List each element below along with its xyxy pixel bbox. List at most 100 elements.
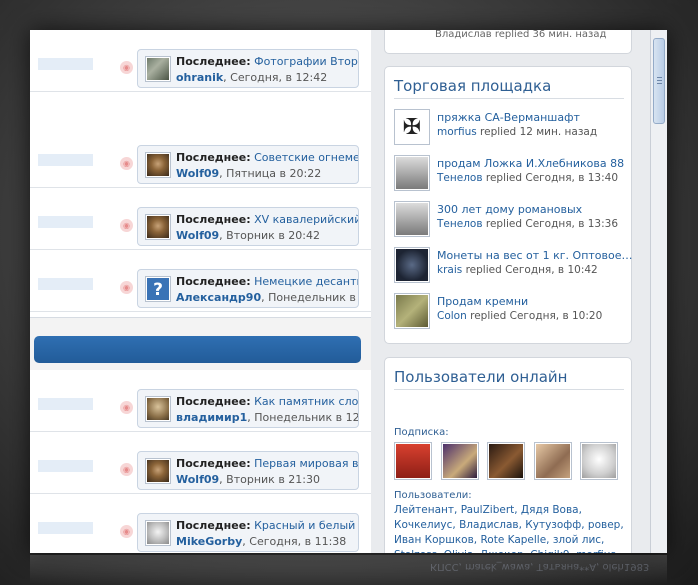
last-post-user-link[interactable]: Wolf09 bbox=[176, 473, 219, 486]
last-post-date: , Сегодня, в 11:38 bbox=[242, 535, 347, 548]
avatar[interactable] bbox=[440, 442, 479, 480]
last-post-user-link[interactable]: ohranik bbox=[176, 71, 223, 84]
forum-row: ◉ Последнее: Советские огнеметы Wolf09, … bbox=[30, 126, 371, 188]
last-post-user-link[interactable]: владимир1 bbox=[176, 411, 247, 424]
face-avatar-icon bbox=[147, 522, 169, 544]
avatar[interactable] bbox=[394, 247, 430, 283]
cloth-avatar-icon bbox=[396, 295, 428, 327]
avatar[interactable] bbox=[145, 396, 171, 422]
category-header-bar[interactable] bbox=[34, 336, 361, 363]
online-user-links[interactable]: Лейтенант, PaulZibert, Дядя Вова, Кочкел… bbox=[394, 503, 626, 553]
last-post-user-link[interactable]: MikeGorby bbox=[176, 535, 242, 548]
marketplace-item-title-link[interactable]: продам Ложка И.Хлебникова 88 bbox=[437, 157, 624, 170]
avatar[interactable] bbox=[145, 152, 171, 178]
marketplace-item-user-link[interactable]: Тенелов bbox=[437, 172, 483, 184]
forum-row: ◉ Последнее: Как памятник слом… владимир… bbox=[30, 370, 371, 432]
subscription-avatars bbox=[394, 442, 623, 483]
forum-window: ◉ Последнее: Фотографии Второ… ohranik, … bbox=[30, 30, 667, 553]
last-post-box[interactable]: Последнее: Советские огнеметы Wolf09, Пя… bbox=[137, 145, 359, 184]
last-post-label: Последнее: bbox=[176, 55, 251, 68]
avatar[interactable] bbox=[394, 155, 430, 191]
rss-icon[interactable]: ◉ bbox=[120, 61, 133, 74]
marketplace-item[interactable]: ✠ пряжка СА-Верманшафт morfius replied 1… bbox=[394, 107, 629, 149]
forum-stats-bar bbox=[38, 398, 93, 410]
avatar[interactable] bbox=[487, 442, 525, 480]
rss-icon[interactable]: ◉ bbox=[120, 401, 133, 414]
marketplace-title[interactable]: Торговая площадка bbox=[394, 77, 624, 99]
marketplace-item-user-link[interactable]: krais bbox=[437, 264, 462, 276]
last-post-user-link[interactable]: Wolf09 bbox=[176, 167, 219, 180]
grip-line bbox=[657, 77, 662, 78]
last-post-date: , Сегодня, в 12:42 bbox=[223, 71, 328, 84]
window-reflection: КПСС, marek_wawa, Татьяна**А, oleh1983 bbox=[30, 555, 667, 585]
avatar[interactable]: ? bbox=[145, 276, 171, 302]
avatar[interactable] bbox=[394, 293, 430, 329]
marketplace-item-meta: replied Сегодня, в 10:42 bbox=[462, 264, 598, 276]
marketplace-item-meta: replied Сегодня, в 13:40 bbox=[482, 172, 619, 184]
avatar[interactable] bbox=[394, 442, 432, 480]
scrollbar-thumb[interactable] bbox=[653, 38, 665, 124]
avatar[interactable] bbox=[580, 442, 618, 480]
last-post-title-link[interactable]: Советские огнеметы bbox=[254, 151, 358, 164]
marketplace-item-user-link[interactable]: Тенелов bbox=[437, 218, 483, 230]
last-post-box[interactable]: Последнее: Как памятник слом… владимир1,… bbox=[137, 389, 359, 428]
forum-row: ◉ Последнее: Красный и белый т… MikeGorb… bbox=[30, 494, 371, 553]
last-post-title-link[interactable]: XV кавалерийский … bbox=[254, 213, 358, 226]
last-post-date: , Вторник в 21:30 bbox=[219, 473, 320, 486]
rss-icon[interactable]: ◉ bbox=[120, 157, 133, 170]
avatar[interactable] bbox=[145, 56, 171, 82]
last-post-box[interactable]: Последнее: Фотографии Второ… ohranik, Се… bbox=[137, 49, 359, 88]
forum-row: ◉ Последнее: Фотографии Второ… ohranik, … bbox=[30, 30, 371, 92]
forum-stats-bar bbox=[38, 522, 93, 534]
forum-section-bottom: ◉ Последнее: Как памятник слом… владимир… bbox=[30, 370, 371, 553]
last-post-box[interactable]: Последнее: XV кавалерийский … Wolf09, Вт… bbox=[137, 207, 359, 246]
forum-section-top: ◉ Последнее: Фотографии Второ… ohranik, … bbox=[30, 30, 371, 318]
marketplace-item-title-link[interactable]: Монеты на вес от 1 кг. Оптовое… bbox=[437, 249, 633, 262]
marketplace-item-user-link[interactable]: Colon bbox=[437, 310, 467, 322]
marketplace-item[interactable]: Продам кремни Colon replied Сегодня, в 1… bbox=[394, 291, 629, 333]
marketplace-item-title-link[interactable]: пряжка СА-Верманшафт bbox=[437, 111, 580, 124]
last-post-box[interactable]: Последнее: Красный и белый т… MikeGorby,… bbox=[137, 513, 359, 552]
avatar[interactable]: ✠ bbox=[394, 109, 430, 145]
last-post-title-link[interactable]: Первая мировая в … bbox=[254, 457, 358, 470]
reflection-text: КПСС, marek_wawa, Татьяна**А, oleh1983 bbox=[430, 561, 650, 572]
last-post-title-link[interactable]: Как памятник слом… bbox=[254, 395, 358, 408]
last-post-box[interactable]: ? Последнее: Немецкие десантн… Александр… bbox=[137, 269, 359, 308]
forum-stats-bar bbox=[38, 216, 93, 228]
forum-stats-bar bbox=[38, 58, 93, 70]
poster-avatar-icon bbox=[396, 444, 430, 478]
marketplace-item-user-link[interactable]: morfius bbox=[437, 126, 477, 138]
last-post-user-link[interactable]: Александр90 bbox=[176, 291, 261, 304]
marketplace-item-meta: replied 12 мин. назад bbox=[476, 126, 598, 138]
marketplace-item-title-link[interactable]: Продам кремни bbox=[437, 295, 528, 308]
question-avatar-icon: ? bbox=[147, 278, 169, 300]
last-post-title-link[interactable]: Красный и белый т… bbox=[254, 519, 358, 532]
page-scrollbar[interactable] bbox=[650, 30, 667, 553]
marketplace-item-title-link[interactable]: 300 лет дому романовых bbox=[437, 203, 582, 216]
forum-row: ◉ Последнее: XV кавалерийский … Wolf09, … bbox=[30, 188, 371, 250]
avatar[interactable] bbox=[394, 201, 430, 237]
avatar[interactable] bbox=[145, 520, 171, 546]
last-post-user-link[interactable]: Wolf09 bbox=[176, 229, 219, 242]
forum-stats-bar bbox=[38, 154, 93, 166]
rss-icon[interactable]: ◉ bbox=[120, 525, 133, 538]
forum-stats-bar bbox=[38, 278, 93, 290]
marketplace-item-meta: replied Сегодня, в 10:20 bbox=[466, 310, 603, 322]
online-users-widget: Пользователи онлайн Подписка: Пользовате… bbox=[384, 357, 632, 553]
forum-row: ◉ Последнее: Первая мировая в … Wolf09, … bbox=[30, 432, 371, 494]
marketplace-item[interactable]: продам Ложка И.Хлебникова 88 Тенелов rep… bbox=[394, 153, 629, 195]
avatar[interactable] bbox=[533, 442, 572, 480]
last-post-title-link[interactable]: Фотографии Второ… bbox=[254, 55, 358, 68]
marketplace-item[interactable]: Монеты на вес от 1 кг. Оптовое… krais re… bbox=[394, 245, 633, 287]
online-users-title[interactable]: Пользователи онлайн bbox=[394, 368, 624, 390]
last-post-label: Последнее: bbox=[176, 213, 251, 226]
last-post-label: Последнее: bbox=[176, 519, 251, 532]
rss-icon[interactable]: ◉ bbox=[120, 281, 133, 294]
avatar[interactable] bbox=[145, 214, 171, 240]
marketplace-item[interactable]: 300 лет дому романовых Тенелов replied С… bbox=[394, 199, 629, 241]
avatar[interactable] bbox=[145, 458, 171, 484]
last-post-title-link[interactable]: Немецкие десантн… bbox=[254, 275, 358, 288]
rss-icon[interactable]: ◉ bbox=[120, 463, 133, 476]
last-post-box[interactable]: Последнее: Первая мировая в … Wolf09, Вт… bbox=[137, 451, 359, 490]
rss-icon[interactable]: ◉ bbox=[120, 219, 133, 232]
